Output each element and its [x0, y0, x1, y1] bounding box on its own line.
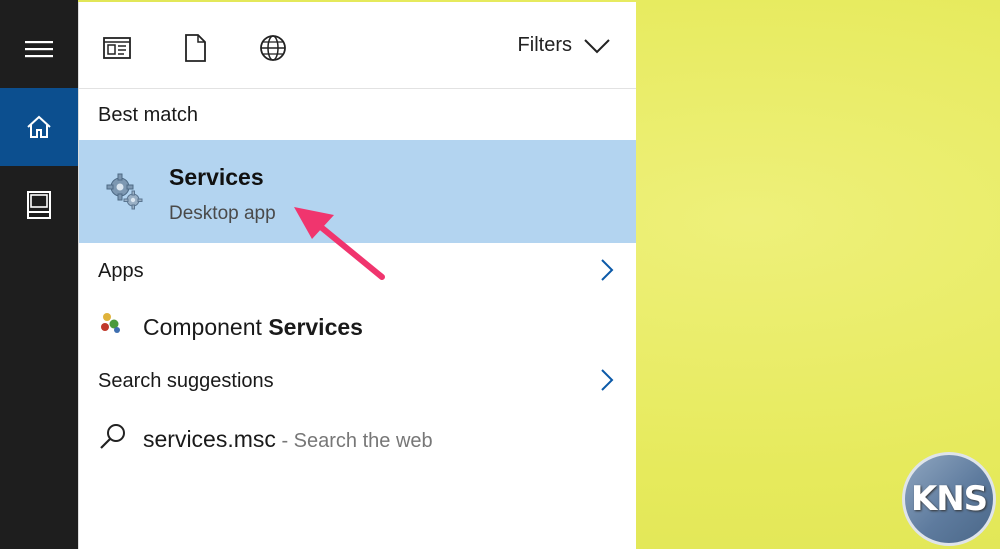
home-icon	[27, 115, 51, 138]
documents-filter-button[interactable]	[179, 32, 211, 64]
suggestions-chevron-right-icon[interactable]	[600, 368, 614, 392]
filter-toolbar: Filters	[79, 2, 636, 89]
search-suggestions-heading: Search suggestions	[98, 370, 274, 392]
chevron-down-icon	[584, 38, 610, 53]
web-filter-button[interactable]	[257, 32, 289, 64]
annotation-arrow	[294, 207, 385, 280]
apps-view-icon	[103, 37, 131, 59]
component-services-match: Services	[268, 314, 363, 340]
home-button[interactable]	[0, 88, 78, 166]
web-suggestion-label: services.msc - Search the web	[143, 426, 433, 453]
suggestion-hint: - Search the web	[275, 430, 433, 452]
apps-heading: Apps	[98, 260, 144, 282]
component-services-icon	[101, 313, 120, 333]
filters-label: Filters	[517, 34, 572, 56]
best-match-subtitle: Desktop app	[169, 203, 276, 224]
search-icon	[100, 424, 125, 449]
web-suggestion-item[interactable]: services.msc - Search the web	[79, 410, 636, 466]
hamburger-menu-icon	[25, 41, 53, 58]
notebook-icon	[27, 191, 51, 219]
services-gear-icon	[106, 173, 143, 210]
watermark-text: KNS	[910, 479, 988, 519]
best-match-title: Services	[169, 164, 264, 190]
notebook-button[interactable]	[0, 166, 78, 244]
menu-button[interactable]	[0, 10, 78, 88]
filters-dropdown[interactable]: Filters	[518, 34, 610, 57]
kns-watermark-logo: KNS	[902, 452, 996, 546]
best-match-heading: Best match	[98, 104, 199, 126]
documents-icon	[185, 34, 206, 62]
suggestion-query: services.msc	[143, 426, 276, 452]
start-rail	[0, 0, 78, 549]
component-services-item[interactable]: Component Services	[79, 298, 636, 354]
apps-filter-button[interactable]	[101, 32, 133, 64]
web-icon	[260, 35, 286, 61]
apps-chevron-right-icon[interactable]	[600, 258, 614, 282]
component-services-prefix: Component	[143, 314, 269, 340]
component-services-label: Component Services	[143, 314, 363, 341]
